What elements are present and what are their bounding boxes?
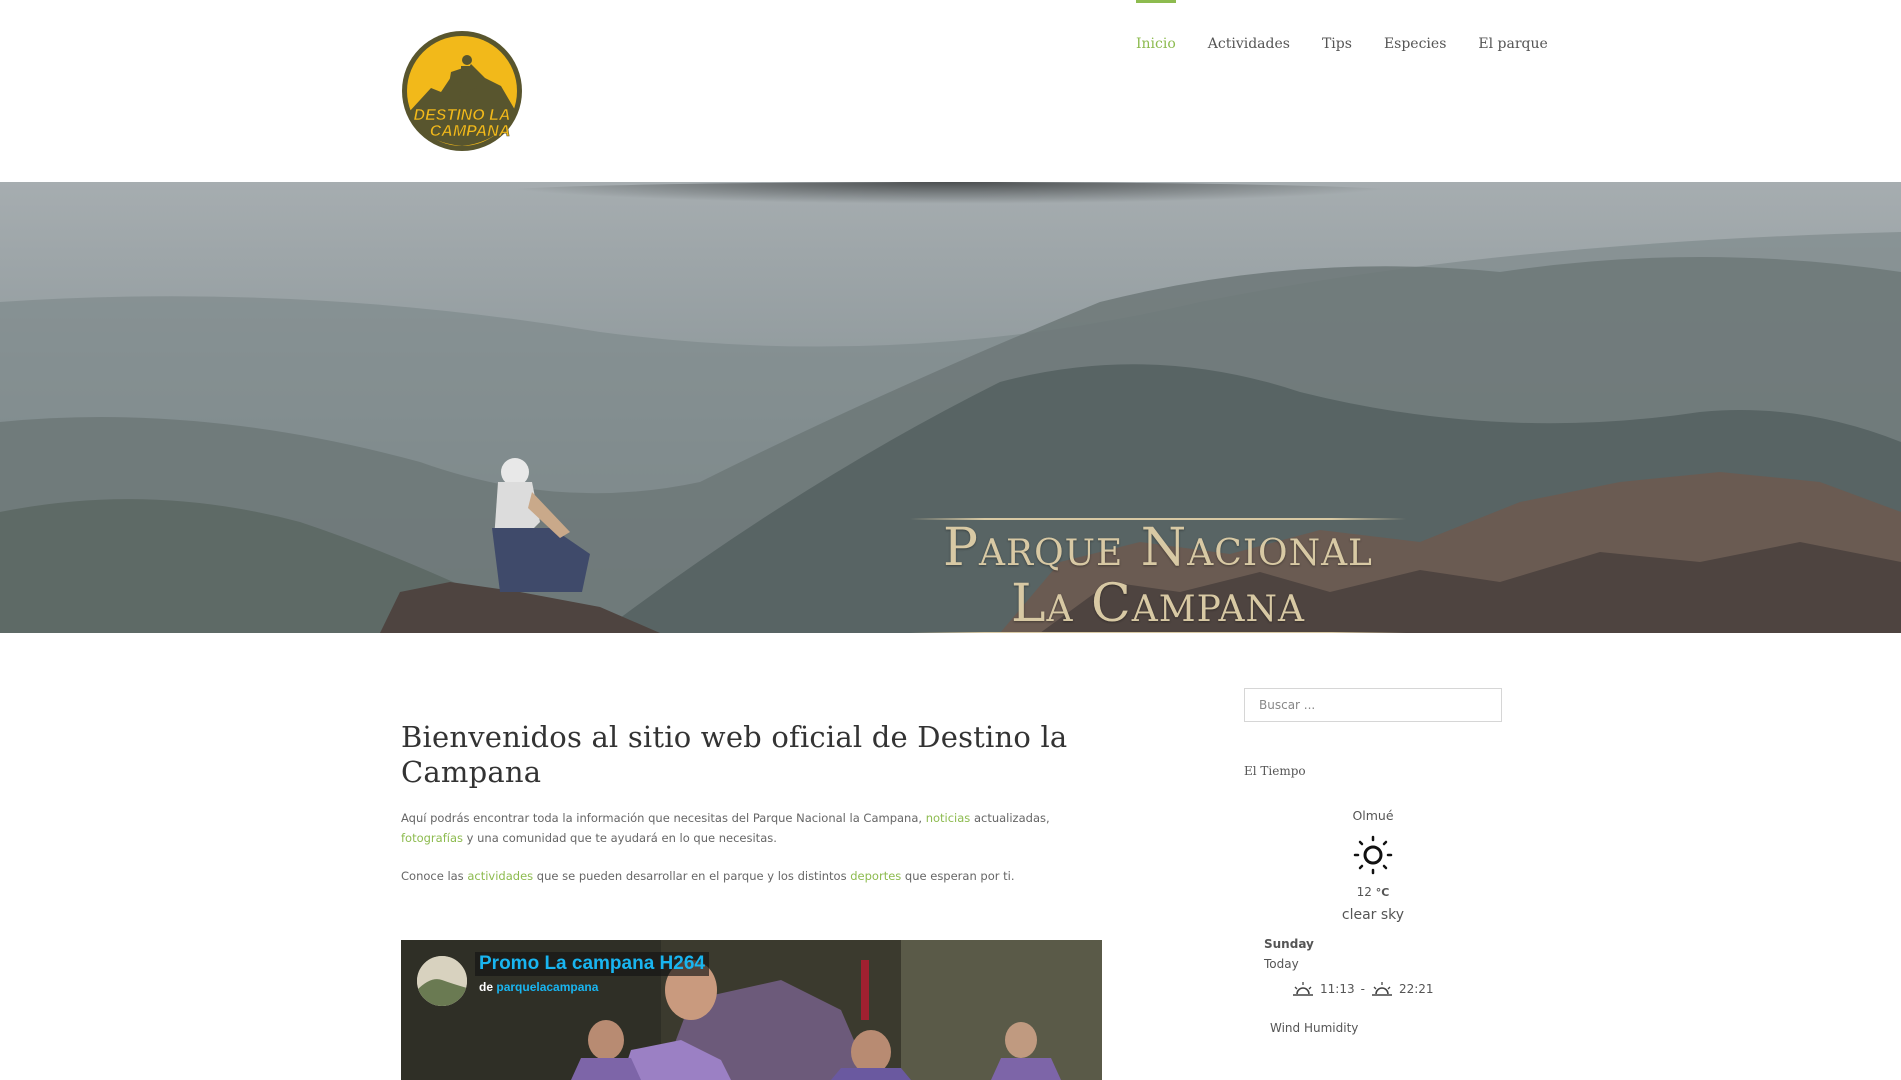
intro-paragraph: Aquí podrás encontrar toda la informació… — [401, 808, 1101, 848]
sunrise-time: 11:13 — [1320, 982, 1355, 996]
svg-text:DESTINO LA: DESTINO LA — [414, 107, 511, 124]
intro-text-2: actualizadas, — [970, 811, 1050, 825]
fotografias-link[interactable]: fotografías — [401, 831, 463, 845]
activities-paragraph: Conoce las actividades que se pueden des… — [401, 866, 1101, 886]
hero-banner: Parque Nacional La Campana — [0, 182, 1901, 633]
page-title: Bienvenidos al sitio web oficial de Dest… — [401, 720, 1068, 789]
weather-day: Sunday — [1264, 937, 1314, 951]
site-header: DESTINO LA CAMPANA Inicio Actividades Ti… — [0, 0, 1901, 182]
weather-description: clear sky — [1341, 907, 1405, 923]
channel-avatar-image — [417, 956, 467, 1006]
weather-widget-title: El Tiempo — [1244, 764, 1306, 778]
nav-item-inicio[interactable]: Inicio — [1120, 0, 1192, 60]
sidebar: El Tiempo Olmué 12 °C clear sky Sunday T… — [1244, 688, 1502, 1035]
sunset-time: 22:21 — [1398, 982, 1434, 996]
temperature-value: 12 — [1356, 885, 1372, 899]
nav-item-actividades[interactable]: Actividades — [1192, 0, 1306, 60]
activities-text-3: que esperan por ti. — [901, 869, 1015, 883]
main-nav: Inicio Actividades Tips Especies El parq… — [1120, 0, 1564, 60]
site-logo[interactable]: DESTINO LA CAMPANA — [401, 30, 523, 152]
destino-la-campana-logo: DESTINO LA CAMPANA — [402, 31, 522, 151]
search-input[interactable] — [1244, 688, 1502, 722]
nav-item-tips[interactable]: Tips — [1306, 0, 1368, 60]
hero-top-shadow — [480, 182, 1420, 204]
weather-today: Today — [1264, 957, 1299, 971]
hero-title-line-1: Parque Nacional — [943, 518, 1373, 578]
noticias-link[interactable]: noticias — [926, 811, 971, 825]
deportes-link[interactable]: deportes — [850, 869, 901, 883]
video-embed[interactable]: Promo La campana H264 de parquelacampana — [401, 940, 1102, 1080]
actividades-link[interactable]: actividades — [467, 869, 533, 883]
channel-avatar[interactable] — [417, 956, 467, 1006]
channel-link[interactable]: parquelacampana — [496, 980, 598, 994]
temperature-unit: °C — [1375, 886, 1390, 899]
sun-separator: - — [1360, 982, 1365, 996]
sunrise-icon — [1293, 982, 1313, 996]
weather-extra-labels: Wind Humidity — [1270, 1021, 1359, 1035]
activities-text-2: que se pueden desarrollar en el parque y… — [533, 869, 851, 883]
svg-text:CAMPANA: CAMPANA — [430, 123, 511, 140]
intro-text-1: Aquí podrás encontrar toda la informació… — [401, 811, 926, 825]
hero-title-line-2: La Campana — [1010, 574, 1306, 633]
nav-item-especies[interactable]: Especies — [1368, 0, 1462, 60]
main-content: Bienvenidos al sitio web oficial de Dest… — [401, 720, 1101, 886]
hero-title: Parque Nacional La Campana — [910, 518, 1406, 633]
nav-item-el-parque[interactable]: El parque — [1462, 0, 1563, 60]
byline-prefix: de — [479, 980, 494, 994]
weather-city: Olmué — [1352, 808, 1394, 823]
sun-times: 11:13 - 22:21 — [1292, 981, 1502, 997]
intro-text-3: y una comunidad que te ayudará en lo que… — [463, 831, 777, 845]
video-title[interactable]: Promo La campana H264 — [475, 952, 709, 976]
sun-icon — [1353, 835, 1393, 875]
activities-text-1: Conoce las — [401, 869, 468, 883]
video-byline: de parquelacampana — [479, 980, 598, 994]
sunset-icon — [1371, 982, 1392, 996]
weather-temperature: 12 °C — [1244, 885, 1502, 899]
weather-widget: Olmué 12 °C clear sky Sunday Today 11:13… — [1244, 808, 1502, 1035]
